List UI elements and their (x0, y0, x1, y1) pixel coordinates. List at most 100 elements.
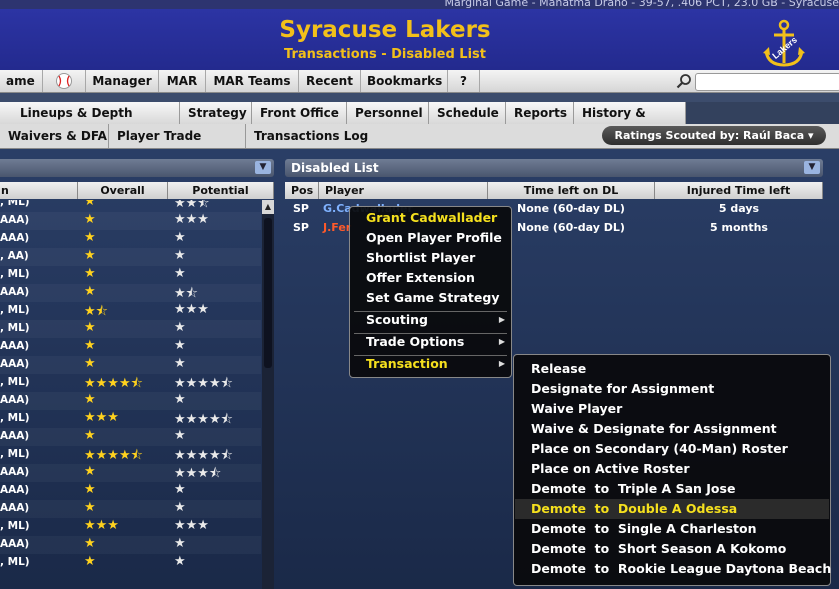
dropdown-arrow-icon[interactable]: ▼ (804, 161, 820, 174)
list-item[interactable]: AAA) ★ ★ (0, 392, 261, 410)
potential-rating-stars: ★ (174, 356, 186, 371)
list-item[interactable]: AAA) ★ ★ (0, 428, 261, 446)
overall-rating-stars: ★ (84, 428, 96, 443)
menu-recent[interactable]: Recent (299, 70, 361, 92)
column-header-player[interactable]: Player (319, 182, 488, 199)
context-menu-title: Grant Cadwallader (366, 210, 498, 225)
tab-history-news[interactable]: History & News (574, 102, 686, 142)
column-header-injured-time-left[interactable]: Injured Time left (655, 182, 823, 199)
cell-injured-time: 5 days (718, 202, 760, 215)
right-panel-header[interactable]: Disabled List ▼ (285, 159, 823, 177)
menubar: ame Manager MAR MAR Teams Recent Bookmar… (0, 70, 839, 93)
list-item[interactable]: AAA) ★ ★★★⯪ (0, 464, 261, 482)
list-item[interactable]: , ML) ★★★ ★★★★⯪ (0, 410, 261, 428)
tab-reports[interactable]: Reports (506, 102, 574, 124)
list-item[interactable]: , ML) ★ ★★⯪ (0, 200, 261, 212)
potential-rating-stars: ★ (174, 428, 186, 443)
list-item[interactable]: , ML) ★ ★ (0, 266, 261, 284)
transaction-menu-item[interactable]: Release (515, 359, 829, 379)
submenu-arrow-icon: ▶ (498, 337, 505, 346)
sub-tabs: Waivers & DFA Player Trade Status Transa… (0, 124, 839, 167)
overall-rating-stars: ★ (84, 554, 96, 569)
menu-help[interactable]: ? (448, 70, 480, 92)
scroll-up-icon[interactable]: ▲ (262, 200, 274, 214)
list-item[interactable]: AAA) ★ ★ (0, 356, 261, 374)
list-item[interactable]: AAA) ★ ★ (0, 500, 261, 518)
list-item[interactable]: AAA) ★ ★★★ (0, 212, 261, 230)
menu-baseball[interactable] (43, 70, 86, 92)
column-header-potential[interactable]: Potential (168, 182, 274, 199)
list-item[interactable]: AAA) ★ ★⯪ (0, 284, 261, 302)
menu-item-label: Scouting (366, 312, 429, 327)
list-item[interactable]: AAA) ★ ★ (0, 536, 261, 554)
potential-rating-stars: ★ (174, 248, 186, 263)
column-header-time-left-dl[interactable]: Time left on DL (488, 182, 655, 199)
menu-item-trade-options[interactable]: Trade Options ▶ (351, 332, 510, 352)
subtab-waivers-dfa[interactable]: Waivers & DFA (0, 124, 109, 148)
list-item[interactable]: , ML) ★★★★⯪ ★★★★⯪ (0, 374, 261, 392)
menu-manager[interactable]: Manager (86, 70, 159, 92)
scrollbar[interactable]: ▲ (262, 200, 274, 589)
list-item[interactable]: AAA) ★ ★ (0, 338, 261, 356)
transaction-menu-item[interactable]: Waive Player (515, 399, 829, 419)
list-item[interactable]: , ML) ★ ★ (0, 320, 261, 338)
menu-mar[interactable]: MAR (159, 70, 206, 92)
menu-item-transaction[interactable]: Transaction ▶ (351, 354, 510, 374)
list-item[interactable]: , ML) ★ ★ (0, 554, 261, 572)
cell-pos: SP (293, 202, 309, 215)
left-panel-header[interactable]: ▼ (0, 159, 274, 177)
tab-front-office[interactable]: Front Office (252, 102, 347, 124)
ratings-scouted-by-dropdown[interactable]: Ratings Scouted by: Raúl Baca ▾ (602, 126, 826, 145)
list-item[interactable]: AAA) ★ ★ (0, 482, 261, 500)
transaction-menu-item[interactable]: Place on Secondary (40-Man) Roster (515, 439, 829, 459)
transaction-menu-item[interactable]: Waive & Designate for Assignment (515, 419, 829, 439)
menu-bookmarks[interactable]: Bookmarks (361, 70, 448, 92)
menu-item-offer-extension[interactable]: Offer Extension (351, 268, 510, 288)
column-header-name[interactable]: n (0, 182, 78, 199)
list-item[interactable]: , AA) ★ ★ (0, 248, 261, 266)
cell-player-link[interactable]: J.Fer (323, 219, 351, 237)
transaction-menu-item[interactable]: Demote to Rookie League Daytona Beach (515, 559, 831, 579)
potential-rating-stars: ★ (174, 554, 186, 569)
list-item[interactable]: , ML) ★⯪ ★★★ (0, 302, 261, 320)
tab-schedule[interactable]: Schedule (429, 102, 506, 124)
transaction-menu-item[interactable]: Demote to Triple A San Jose (515, 479, 829, 499)
search-icon[interactable] (676, 73, 692, 89)
menu-item-scouting[interactable]: Scouting ▶ (351, 310, 510, 330)
baseball-icon (56, 73, 72, 89)
player-context-menu: Grant Cadwallader Open Player Profile Sh… (349, 206, 512, 378)
scroll-thumb[interactable] (264, 218, 272, 368)
list-item[interactable]: , ML) ★★★★⯪ ★★★★⯪ (0, 446, 261, 464)
tab-personnel[interactable]: Personnel (347, 102, 429, 124)
tab-strategy[interactable]: Strategy (180, 102, 252, 124)
menu-item-label: Transaction (366, 356, 448, 371)
menu-item-open-player-profile[interactable]: Open Player Profile (351, 228, 510, 248)
transaction-menu-item[interactable]: Demote to Single A Charleston (515, 519, 829, 539)
page-subtitle: Transactions - Disabled List (284, 47, 486, 62)
potential-rating-stars: ★ (174, 392, 186, 407)
menu-item-set-game-strategy[interactable]: Set Game Strategy (351, 288, 510, 308)
potential-rating-stars: ★ (174, 482, 186, 497)
disabled-list-title: Disabled List (291, 161, 379, 175)
transaction-menu-item[interactable]: Designate for Assignment (515, 379, 829, 399)
column-header-pos[interactable]: Pos (285, 182, 319, 199)
subtab-player-trade-status[interactable]: Player Trade Status (109, 124, 246, 167)
player-level: AAA) (0, 466, 30, 478)
menu-mar-teams[interactable]: MAR Teams (206, 70, 299, 92)
list-item[interactable]: AAA) ★ ★ (0, 230, 261, 248)
player-level: AAA) (0, 502, 30, 514)
transaction-menu-item[interactable]: Demote to Double A Odessa (515, 499, 829, 519)
player-list: , ML) ★ ★★⯪ AAA) ★ ★★★ AAA) ★ ★, AA) ★ ★, ML) ★ ★ AAA… (0, 200, 262, 589)
tab-lineups-depth-charts[interactable]: Lineups & Depth Charts (12, 102, 180, 142)
transaction-menu-item[interactable]: Place on Active Roster (515, 459, 829, 479)
transaction-menu-item[interactable]: Demote to Short Season A Kokomo (515, 539, 829, 559)
list-item[interactable]: , ML) ★★★ ★★★ (0, 518, 261, 536)
column-header-overall[interactable]: Overall (78, 182, 168, 199)
subtab-transactions-log[interactable]: Transactions Log (246, 124, 373, 148)
menu-game[interactable]: ame (0, 70, 43, 92)
team-logo-anchor-icon: Lakers (763, 19, 805, 67)
search-input[interactable] (695, 73, 839, 91)
player-level: , ML) (0, 448, 30, 460)
menu-item-shortlist-player[interactable]: Shortlist Player (351, 248, 510, 268)
dropdown-arrow-icon[interactable]: ▼ (255, 161, 271, 174)
